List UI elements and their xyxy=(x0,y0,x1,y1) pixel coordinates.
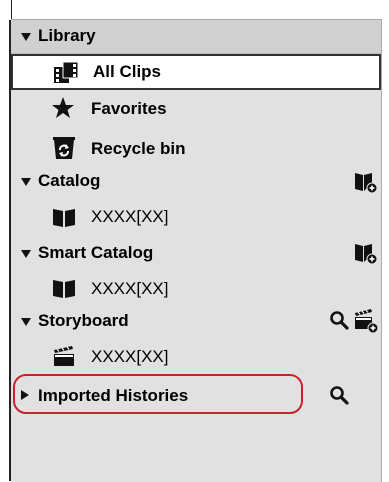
tree-item-label: XXXX[XX] xyxy=(91,207,169,226)
collapse-triangle-icon[interactable] xyxy=(21,250,31,258)
tree-item-recycle-bin[interactable]: Recycle bin xyxy=(11,132,381,166)
tree-item-favorites[interactable]: Favorites xyxy=(11,91,381,125)
book-icon xyxy=(53,280,75,298)
book-icon xyxy=(53,209,75,227)
search-icon[interactable] xyxy=(329,385,349,405)
tree-item-label: Favorites xyxy=(91,99,167,118)
book-add-icon[interactable] xyxy=(354,170,378,194)
star-icon xyxy=(52,97,74,118)
collapse-triangle-icon[interactable] xyxy=(21,33,31,41)
tree-item-label: Smart Catalog xyxy=(38,243,154,262)
book-add-icon[interactable] xyxy=(354,241,378,265)
tree-item-all-clips[interactable]: All Clips xyxy=(11,54,381,90)
tree-item-smart-catalog-entry[interactable]: XXXX[XX] xyxy=(11,271,381,305)
tree-item-label: XXXX[XX] xyxy=(91,347,169,366)
recycle-bin-icon xyxy=(53,137,75,159)
tree-item-label: XXXX[XX] xyxy=(91,279,169,298)
tree-item-catalog[interactable]: Catalog xyxy=(11,165,381,199)
tree-item-catalog-entry[interactable]: XXXX[XX] xyxy=(11,201,381,235)
tree-item-smart-catalog[interactable]: Smart Catalog xyxy=(11,237,381,271)
film-clips-icon xyxy=(54,61,79,83)
tree-item-library[interactable]: Library xyxy=(11,20,381,54)
tree-item-label: Catalog xyxy=(38,171,101,190)
tree-item-label: Recycle bin xyxy=(91,139,186,158)
tree-item-label: Library xyxy=(38,26,96,45)
tree-item-storyboard-entry[interactable]: XXXX[XX] xyxy=(11,339,381,373)
tree-item-label: All Clips xyxy=(93,62,162,81)
collapse-triangle-icon[interactable] xyxy=(21,178,31,186)
highlight-outline xyxy=(13,374,303,414)
clapperboard-icon xyxy=(54,346,74,366)
